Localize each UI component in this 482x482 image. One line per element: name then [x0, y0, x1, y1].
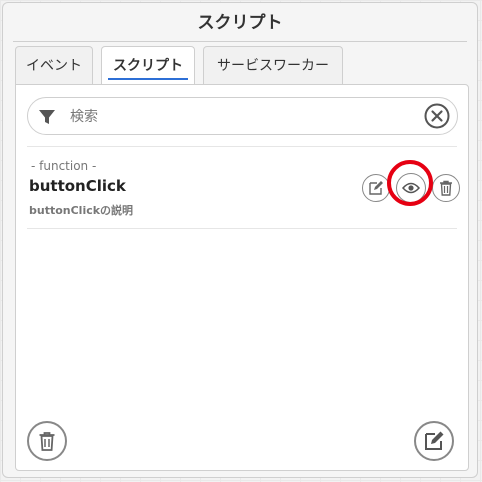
clear-icon[interactable] [424, 103, 450, 129]
pencil-icon [425, 431, 444, 450]
title-divider [13, 41, 467, 42]
trash-icon [440, 180, 452, 196]
tab-scripts[interactable]: スクリプト [101, 46, 195, 84]
list-bottom-divider [27, 228, 457, 229]
edit-item-button[interactable] [362, 174, 390, 202]
search-box [27, 97, 458, 135]
delete-all-button[interactable] [27, 421, 67, 461]
highlight-circle [387, 160, 433, 206]
delete-item-button[interactable] [432, 174, 460, 202]
search-input[interactable] [68, 103, 412, 131]
filter-icon[interactable] [38, 108, 56, 126]
item-description: buttonClickの説明 [29, 204, 134, 217]
trash-icon [39, 432, 55, 451]
script-list-item: - function - buttonClick buttonClickの説明 [27, 147, 460, 229]
tab-service-workers[interactable]: サービスワーカー [203, 46, 343, 84]
script-window: スクリプト イベント スクリプト サービスワーカー - function - b… [2, 2, 478, 478]
item-type-label: - function - [31, 159, 97, 173]
tab-events[interactable]: イベント [15, 46, 93, 84]
script-panel: - function - buttonClick buttonClickの説明 [15, 84, 469, 471]
window-title: スクリプト [197, 13, 283, 33]
tab-scripts-label: スクリプト [113, 58, 183, 74]
new-script-button[interactable] [414, 421, 454, 461]
active-tab-underline [108, 78, 188, 80]
item-name: buttonClick [29, 177, 126, 195]
pencil-icon [369, 181, 383, 195]
